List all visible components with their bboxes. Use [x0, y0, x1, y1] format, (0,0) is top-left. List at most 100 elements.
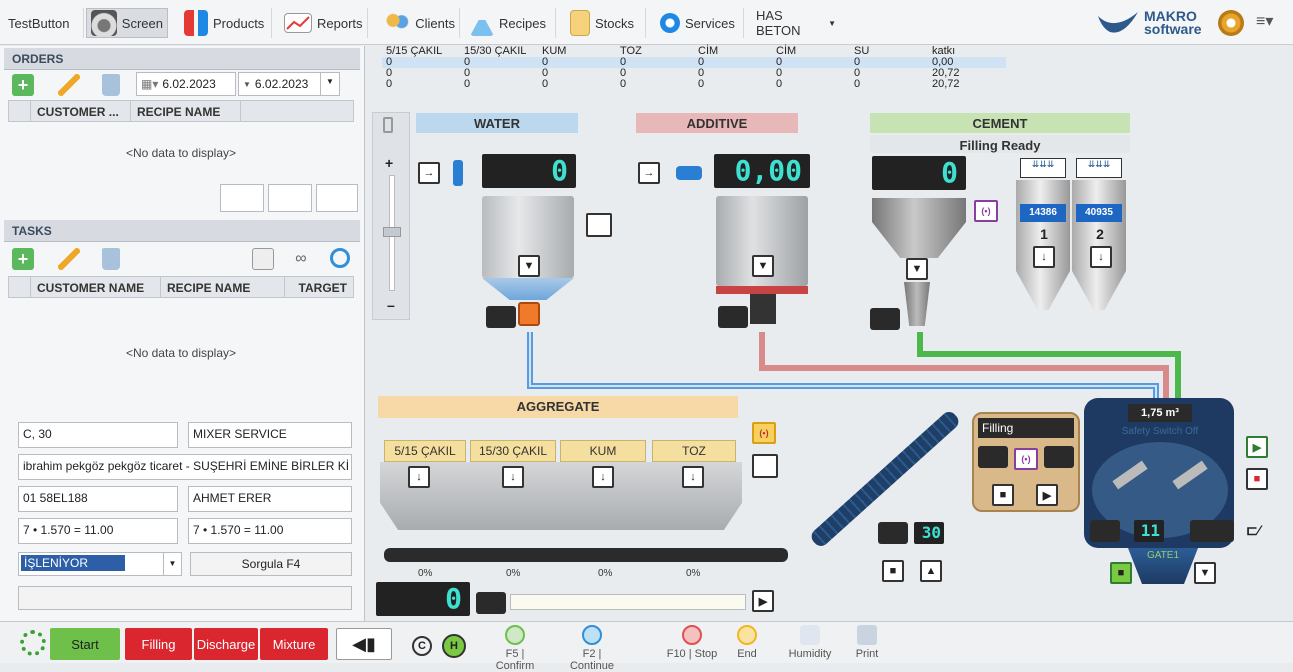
refresh-icon[interactable] — [330, 248, 350, 268]
water-extra-button[interactable] — [586, 213, 612, 237]
cement-vibrator-button[interactable]: (•) — [974, 200, 998, 222]
bin1-down-button[interactable]: ↓ — [408, 466, 430, 488]
waiting-bin-vibrator-button[interactable]: (•) — [1014, 448, 1038, 470]
end-button[interactable]: End — [722, 625, 772, 660]
slider-thumb[interactable] — [383, 227, 401, 237]
edit-task-icon[interactable] — [58, 248, 80, 270]
binoculars-icon[interactable]: ∞ — [290, 248, 312, 270]
col-task-customer[interactable]: CUSTOMER NAME — [31, 277, 161, 297]
nav-clients[interactable]: Clients — [380, 8, 460, 38]
mixer-gate-stop-button[interactable]: ■ — [1110, 562, 1132, 584]
silo2-vent-button[interactable]: ⇊⇊⇊ — [1076, 158, 1122, 178]
aggregate-extra-button[interactable] — [752, 454, 778, 478]
detail-field-plate[interactable]: 01 58EL188 — [18, 486, 178, 512]
silo1-vent-button[interactable]: ⇊⇊⇊ — [1020, 158, 1066, 178]
mat-cell: 0 — [854, 78, 861, 90]
waiting-bin-stop-button[interactable]: ■ — [992, 484, 1014, 506]
detail-field-amount-1[interactable]: 7 • 1.570 = 11.00 — [18, 518, 178, 544]
query-button[interactable]: Sorgula F4 — [190, 552, 352, 576]
additive-down-button[interactable]: ▼ — [752, 255, 774, 277]
add-order-button[interactable]: + — [12, 74, 34, 96]
water-valve-state — [486, 306, 516, 328]
orders-empty-message: <No data to display> — [125, 146, 237, 160]
col-task-recipe[interactable]: RECIPE NAME — [161, 277, 285, 297]
edit-order-icon[interactable] — [58, 74, 80, 96]
nav-stocks[interactable]: Stocks — [566, 8, 646, 38]
print-button[interactable]: Print — [842, 625, 892, 660]
nav-products[interactable]: Products — [180, 8, 272, 38]
motor-icon — [676, 166, 702, 180]
mat-cell: 0 — [464, 78, 471, 90]
additive-arrow-button[interactable]: → — [638, 162, 660, 184]
continue-button[interactable]: F2 | Continue — [562, 625, 622, 672]
add-task-button[interactable]: + — [12, 248, 34, 270]
water-arrow-button[interactable]: → — [418, 162, 440, 184]
nav-reports[interactable]: Reports — [280, 8, 368, 38]
col-recipe[interactable]: RECIPE NAME — [131, 101, 241, 121]
detail-field-customer[interactable]: ibrahim pekgöz pekgöz ticaret - SUŞEHRİ … — [18, 454, 352, 480]
zoom-slider[interactable]: + – — [372, 112, 410, 320]
hold-icon[interactable]: H — [442, 634, 466, 658]
waiting-bin-play-button[interactable]: ▶ — [1036, 484, 1058, 506]
zoom-plus[interactable]: + — [385, 155, 393, 171]
end-icon — [737, 625, 757, 645]
battery-icon — [383, 117, 393, 133]
start-button[interactable]: Start — [50, 628, 120, 660]
humidity-button[interactable]: Humidity — [780, 625, 840, 660]
zoom-minus[interactable]: – — [387, 297, 395, 313]
nav-services[interactable]: Services — [656, 8, 744, 38]
cement-down-button[interactable]: ▼ — [906, 258, 928, 280]
delete-order-icon[interactable] — [102, 74, 120, 96]
mat-cell: 0 — [854, 56, 861, 68]
col-customer[interactable]: CUSTOMER ... — [31, 101, 131, 121]
aggregate-display: 0 — [376, 582, 470, 616]
status-select[interactable]: İŞLENİYOR ▼ — [18, 552, 182, 576]
nav-screen[interactable]: Screen — [86, 8, 168, 38]
mat-cell: 0 — [620, 78, 627, 90]
confirm-button[interactable]: F5 | Confirm — [485, 625, 545, 672]
stop-button[interactable]: F10 | Stop — [662, 625, 722, 660]
mixer-right-state — [1190, 520, 1234, 542]
detail-field-service[interactable]: MIXER SERVICE — [188, 422, 352, 448]
date-from-field[interactable]: ▦▾ 6.02.2023 — [136, 72, 236, 96]
mat-header: 5/15 ÇAKIL — [386, 45, 443, 57]
conveyor-stop-button[interactable]: ■ — [882, 560, 904, 582]
date-dropdown-button[interactable]: ▼ — [320, 72, 340, 96]
mat-header: CİM — [776, 45, 797, 57]
aggregate-play-button[interactable]: ▶ — [752, 590, 774, 612]
menu-icon[interactable]: ≡▾ — [1256, 14, 1282, 32]
aggregate-progress — [510, 594, 746, 610]
silo2-down-button[interactable]: ↓ — [1090, 246, 1112, 268]
nav-stocks-label: Stocks — [595, 15, 635, 31]
water-down-button[interactable]: ▼ — [518, 255, 540, 277]
mixer-play-button[interactable]: ▶ — [1246, 436, 1268, 458]
col-task-target[interactable]: TARGET — [285, 277, 353, 297]
products-icon — [184, 10, 208, 36]
bin4-down-button[interactable]: ↓ — [682, 466, 704, 488]
mixer-gate-down-button[interactable]: ▼ — [1194, 562, 1216, 584]
silo1-down-button[interactable]: ↓ — [1033, 246, 1055, 268]
bin3-down-button[interactable]: ↓ — [592, 466, 614, 488]
detail-field-amount-2[interactable]: 7 • 1.570 = 11.00 — [188, 518, 352, 544]
copyright-icon[interactable]: C — [412, 636, 432, 656]
detail-field-recipe[interactable]: C, 30 — [18, 422, 178, 448]
company-dropdown[interactable]: HAS BETON ▼ — [752, 8, 840, 38]
filling-button[interactable]: Filling — [125, 628, 192, 660]
mixer-stop-button[interactable]: ■ — [1246, 468, 1268, 490]
export-icon[interactable] — [252, 248, 274, 270]
materials-row: 0 0 0 0 0 0 0 20,72 — [382, 68, 1006, 79]
discharge-button[interactable]: Discharge — [194, 628, 258, 660]
mixture-button[interactable]: Mixture — [260, 628, 328, 660]
gear-icon[interactable] — [1218, 10, 1244, 36]
aggregate-vibrator-button[interactable]: (•) — [752, 422, 776, 444]
materials-header-row: 5/15 ÇAKIL 15/30 ÇAKIL KUM TOZ CİM CİM S… — [382, 46, 1006, 57]
delete-task-icon[interactable] — [102, 248, 120, 270]
conveyor-display: 30 — [914, 522, 944, 544]
test-button[interactable]: TestButton — [4, 8, 84, 38]
nav-recipes[interactable]: Recipes — [466, 8, 556, 38]
horn-icon[interactable]: ◀▮ — [336, 628, 392, 660]
bin2-down-button[interactable]: ↓ — [502, 466, 524, 488]
conveyor-up-button[interactable]: ▲ — [920, 560, 942, 582]
orders-summary-3 — [316, 184, 358, 212]
detail-field-driver[interactable]: AHMET ERER — [188, 486, 352, 512]
